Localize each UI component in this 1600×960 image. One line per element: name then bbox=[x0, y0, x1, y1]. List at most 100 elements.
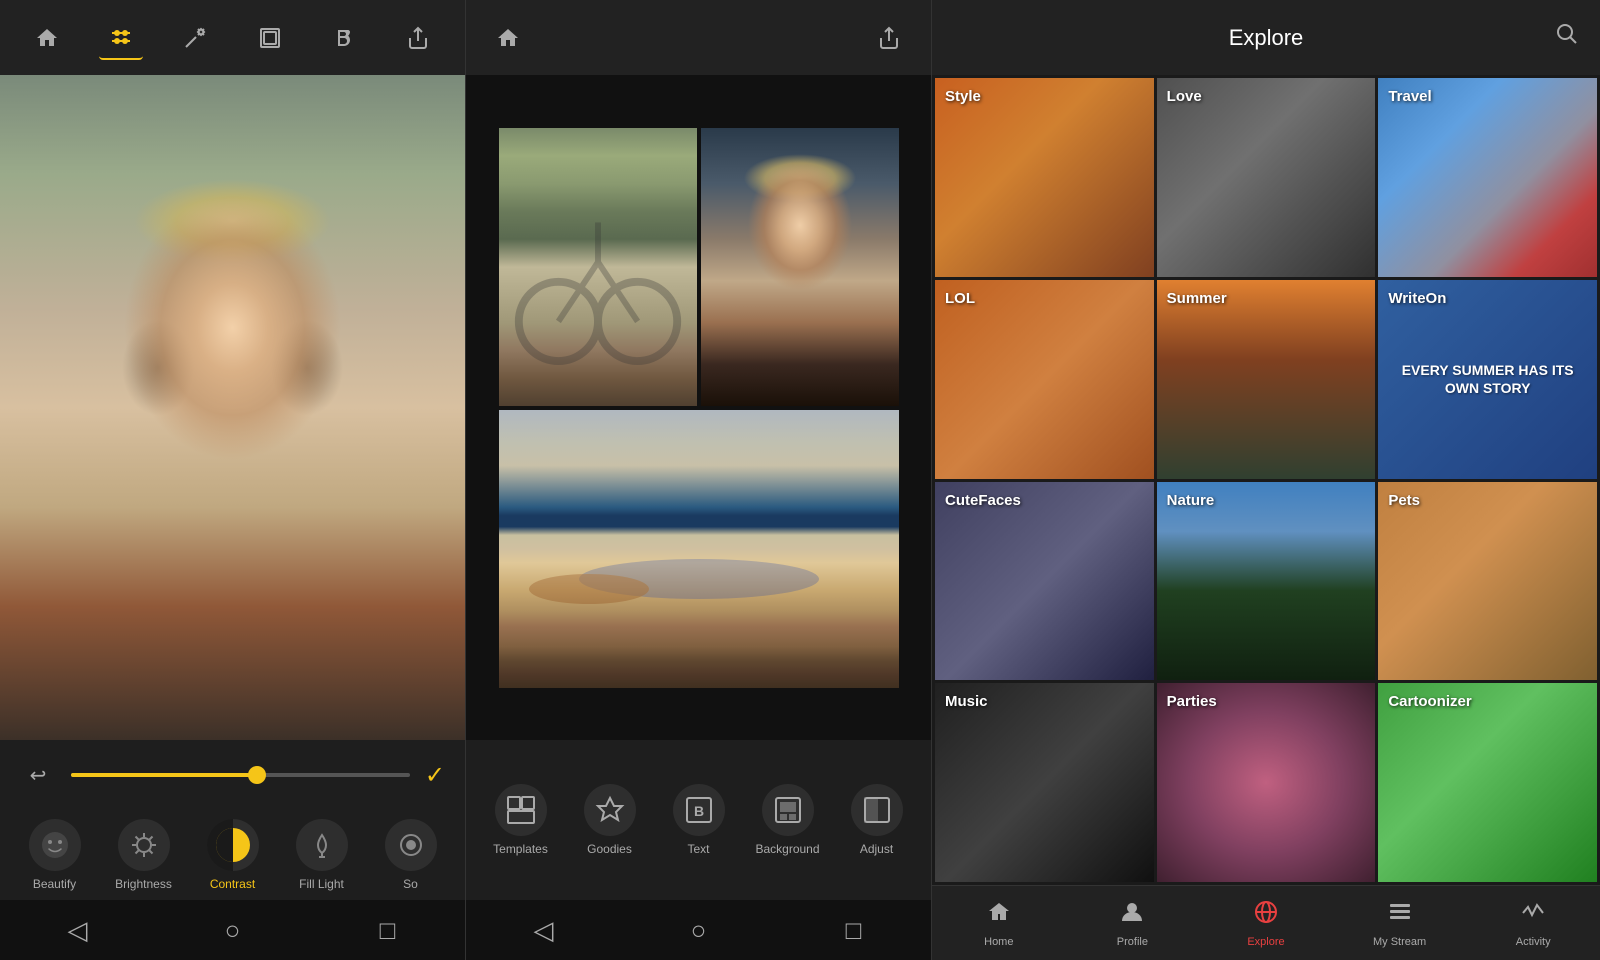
brightness-icon bbox=[118, 819, 170, 871]
explore-nav-label: Explore bbox=[1247, 936, 1284, 948]
travel-label: Travel bbox=[1388, 88, 1431, 105]
frame-button[interactable] bbox=[248, 16, 292, 60]
photo-image bbox=[0, 75, 465, 740]
summer-label: Summer bbox=[1167, 290, 1227, 307]
recents-button-p2[interactable]: □ bbox=[824, 900, 884, 960]
collage-toolbar bbox=[466, 0, 931, 75]
explore-cell-parties[interactable]: Parties bbox=[1157, 683, 1376, 882]
cutefaces-label: CuteFaces bbox=[945, 492, 1021, 509]
explore-cell-cartoonizer[interactable]: Cartoonizer bbox=[1378, 683, 1597, 882]
contrast-icon bbox=[207, 819, 259, 871]
nature-label: Nature bbox=[1167, 492, 1215, 509]
cartoonizer-label: Cartoonizer bbox=[1388, 693, 1471, 710]
contrast-tool[interactable]: Contrast bbox=[198, 819, 268, 891]
photo-editor-panel: ↩ ✓ Beautify bbox=[0, 0, 466, 960]
text-bold-button[interactable] bbox=[322, 16, 366, 60]
nav-explore[interactable]: Explore bbox=[1226, 899, 1306, 948]
home-button-p2[interactable] bbox=[486, 16, 530, 60]
tools-row: Beautify Brig bbox=[0, 810, 465, 900]
svg-text:B: B bbox=[693, 803, 703, 819]
explore-cell-lol[interactable]: LOL bbox=[935, 280, 1154, 479]
contrast-slider[interactable] bbox=[71, 773, 410, 777]
explore-cell-writeon[interactable]: WriteOn EVERY SUMMER HAS ITS OWN STORY bbox=[1378, 280, 1597, 479]
text-tool[interactable]: B Text bbox=[664, 784, 734, 856]
goodies-icon bbox=[584, 784, 636, 836]
background-label: Background bbox=[755, 842, 819, 856]
explore-cell-love[interactable]: Love bbox=[1157, 78, 1376, 277]
explore-grid: Style Love Travel LOL Summer bbox=[932, 75, 1600, 885]
sliders-button[interactable] bbox=[99, 16, 143, 60]
fill-light-tool[interactable]: Fill Light bbox=[287, 819, 357, 891]
beautify-tool[interactable]: Beautify bbox=[20, 819, 90, 891]
explore-cell-nature[interactable]: Nature bbox=[1157, 482, 1376, 681]
pets-label: Pets bbox=[1388, 492, 1420, 509]
explore-cell-music[interactable]: Music bbox=[935, 683, 1154, 882]
panel1-nav: ◁ ○ □ bbox=[0, 900, 465, 960]
so-icon bbox=[385, 819, 437, 871]
so-tool[interactable]: So bbox=[376, 819, 446, 891]
home-button-p1[interactable]: ○ bbox=[203, 900, 263, 960]
nav-home[interactable]: Home bbox=[959, 899, 1039, 948]
editor-toolbar bbox=[0, 0, 465, 75]
adjust-icon bbox=[851, 784, 903, 836]
explore-cell-pets[interactable]: Pets bbox=[1378, 482, 1597, 681]
wand-button[interactable] bbox=[173, 16, 217, 60]
explore-title: Explore bbox=[1229, 25, 1304, 51]
goodies-tool[interactable]: Goodies bbox=[575, 784, 645, 856]
adjust-label: Adjust bbox=[860, 842, 893, 856]
home-button-nav-p2[interactable]: ○ bbox=[669, 900, 729, 960]
templates-tool[interactable]: Templates bbox=[486, 784, 556, 856]
writeon-label: WriteOn bbox=[1388, 290, 1446, 307]
activity-nav-icon bbox=[1520, 899, 1546, 932]
bottom-controls: ↩ ✓ Beautify bbox=[0, 740, 465, 960]
mystream-nav-label: My Stream bbox=[1373, 936, 1426, 948]
lol-label: LOL bbox=[945, 290, 975, 307]
back-button-p1[interactable]: ◁ bbox=[48, 900, 108, 960]
goodies-label: Goodies bbox=[587, 842, 632, 856]
search-button[interactable] bbox=[1554, 21, 1580, 54]
nav-profile[interactable]: Profile bbox=[1092, 899, 1172, 948]
mystream-nav-icon bbox=[1387, 899, 1413, 932]
explore-cell-summer[interactable]: Summer bbox=[1157, 280, 1376, 479]
panel2-nav: ◁ ○ □ bbox=[466, 900, 931, 960]
explore-nav: Home Profile Explore My Stream Activity bbox=[932, 885, 1600, 960]
text-icon: B bbox=[673, 784, 725, 836]
profile-nav-icon bbox=[1119, 899, 1145, 932]
adjust-tool[interactable]: Adjust bbox=[842, 784, 912, 856]
explore-cell-travel[interactable]: Travel bbox=[1378, 78, 1597, 277]
back-button-p2[interactable]: ◁ bbox=[514, 900, 574, 960]
nav-activity[interactable]: Activity bbox=[1493, 899, 1573, 948]
text-label: Text bbox=[687, 842, 709, 856]
collage-tools: Templates Goodies B Te bbox=[466, 740, 931, 900]
fill-light-label: Fill Light bbox=[299, 877, 344, 891]
confirm-button[interactable]: ✓ bbox=[425, 761, 445, 790]
contrast-label: Contrast bbox=[210, 877, 255, 891]
templates-label: Templates bbox=[493, 842, 548, 856]
slider-area: ↩ ✓ bbox=[0, 740, 465, 810]
fill-light-icon bbox=[296, 819, 348, 871]
love-label: Love bbox=[1167, 88, 1202, 105]
brightness-tool[interactable]: Brightness bbox=[109, 819, 179, 891]
recents-button-p1[interactable]: □ bbox=[358, 900, 418, 960]
writeon-subtext: EVERY SUMMER HAS ITS OWN STORY bbox=[1389, 361, 1586, 397]
background-tool[interactable]: Background bbox=[753, 784, 823, 856]
explore-header: Explore bbox=[932, 0, 1600, 75]
templates-icon bbox=[495, 784, 547, 836]
collage-cell-bike[interactable] bbox=[499, 128, 697, 406]
collage-cell-portrait[interactable] bbox=[701, 128, 899, 406]
explore-nav-icon bbox=[1253, 899, 1279, 932]
brightness-label: Brightness bbox=[115, 877, 172, 891]
home-button[interactable] bbox=[25, 16, 69, 60]
explore-cell-style[interactable]: Style bbox=[935, 78, 1154, 277]
share-button[interactable] bbox=[396, 16, 440, 60]
profile-nav-label: Profile bbox=[1117, 936, 1148, 948]
explore-cell-cutefaces[interactable]: CuteFaces bbox=[935, 482, 1154, 681]
collage-bottom: Templates Goodies B Te bbox=[466, 740, 931, 960]
collage-display bbox=[466, 75, 931, 740]
nav-mystream[interactable]: My Stream bbox=[1360, 899, 1440, 948]
undo-button[interactable]: ↩ bbox=[20, 757, 56, 793]
collage-cell-boats[interactable] bbox=[499, 410, 899, 688]
activity-nav-label: Activity bbox=[1516, 936, 1551, 948]
so-label: So bbox=[403, 877, 418, 891]
share-button-p2[interactable] bbox=[867, 16, 911, 60]
